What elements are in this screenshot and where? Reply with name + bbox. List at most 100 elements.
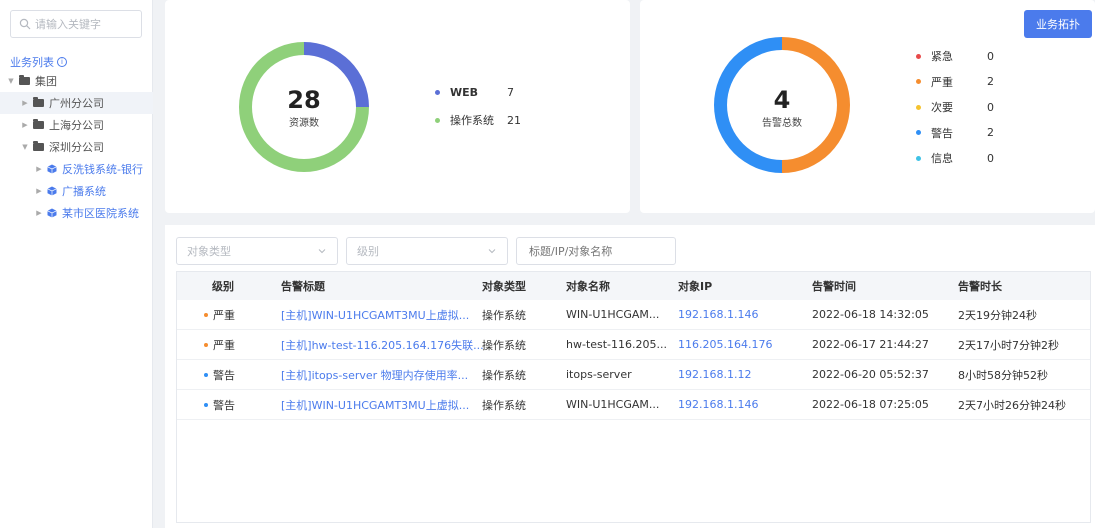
- legend-web: WEB 7: [435, 86, 514, 99]
- alert-list-panel: 对象类型 级别 级别 告警标题 对象类型 对象名称 对象IP 告警时间 告警时长…: [165, 225, 1095, 528]
- object-ip-link[interactable]: 192.168.1.12: [678, 368, 751, 381]
- search-icon: [19, 18, 31, 30]
- caret-right-icon[interactable]: ▶: [34, 187, 44, 195]
- object-ip-link[interactable]: 116.205.164.176: [678, 338, 772, 351]
- caret-down-icon[interactable]: ▼: [20, 143, 30, 151]
- level-dot: [204, 342, 208, 347]
- business-list-label: 业务列表: [10, 56, 54, 69]
- object-type-cell: 操作系统: [482, 338, 526, 352]
- object-type-select[interactable]: 对象类型: [176, 237, 338, 265]
- alert-legend-item: 次要 0: [916, 99, 994, 115]
- alert-duration-cell: 2天19分钟24秒: [958, 308, 1037, 322]
- alert-time-cell: 2022-06-18 07:25:05: [812, 398, 929, 411]
- resource-total: 28: [287, 86, 321, 114]
- legend-label: WEB: [450, 86, 479, 99]
- folder-icon: [33, 97, 44, 107]
- level-cell: 严重: [204, 337, 235, 353]
- tree-item-label: 深圳分公司: [49, 141, 104, 154]
- object-name-cell: WIN-U1HCGAM...: [566, 398, 660, 411]
- cube-icon: [47, 186, 57, 196]
- alert-time-cell: 2022-06-17 21:44:27: [812, 338, 929, 351]
- alert-title-link[interactable]: [主机]hw-test-116.205.164.176失联...: [281, 337, 484, 353]
- object-type-cell: 操作系统: [482, 398, 526, 412]
- alert-duration-cell: 2天7小时26分钟24秒: [958, 398, 1066, 412]
- caret-right-icon[interactable]: ▶: [20, 121, 30, 129]
- legend-value: 7: [507, 86, 514, 99]
- alert-duration-cell: 2天17小时7分钟2秒: [958, 338, 1059, 352]
- sidebar-search[interactable]: [10, 10, 142, 38]
- alert-time-cell: 2022-06-20 05:52:37: [812, 368, 929, 381]
- caret-right-icon[interactable]: ▶: [34, 165, 44, 173]
- legend-dot: [916, 130, 921, 135]
- tree-item-group[interactable]: ▼ 集团: [0, 70, 153, 92]
- alert-legend-item: 紧急 0: [916, 48, 994, 64]
- caret-right-icon[interactable]: ▶: [34, 209, 44, 217]
- business-list-title: 业务列表 i: [10, 54, 67, 70]
- sidebar-search-input[interactable]: [35, 17, 135, 31]
- legend-label: 次要: [931, 101, 953, 114]
- resource-donut-center: 28 资源数: [264, 86, 344, 129]
- object-name-cell: itops-server: [566, 368, 632, 381]
- legend-dot: [916, 104, 921, 110]
- tree-item-label: 广州分公司: [49, 97, 104, 110]
- legend-value: 0: [987, 100, 994, 114]
- alert-donut-center: 4 告警总数: [742, 86, 822, 129]
- alert-legend-item: 严重 2: [916, 74, 994, 90]
- tree-item-shenzhen[interactable]: ▼ 深圳分公司: [0, 136, 153, 158]
- info-icon[interactable]: i: [57, 57, 67, 67]
- keyword-search-input[interactable]: [517, 238, 675, 264]
- business-topology-button[interactable]: 业务拓扑: [1024, 10, 1092, 38]
- tree-item-aml-bank[interactable]: ▶ 反洗钱系统-银行: [0, 158, 153, 180]
- sidebar: 业务列表 i ▼ 集团 ▶ 广州分公司 ▶ 上海分公司 ▼ 深圳分公司 ▶ 反洗…: [0, 0, 153, 528]
- level-text: 严重: [213, 338, 235, 352]
- tree-item-hospital[interactable]: ▶ 某市区医院系统: [0, 202, 153, 224]
- legend-dot: [435, 90, 440, 95]
- legend-label: 信息: [931, 152, 953, 165]
- alert-duration-cell: 8小时58分钟52秒: [958, 368, 1048, 382]
- alert-legend-item: 警告 2: [916, 125, 994, 141]
- alert-title-link[interactable]: [主机]WIN-U1HCGAMT3MU上虚拟...: [281, 307, 469, 323]
- column-header-alert-duration: 告警时长: [958, 280, 1002, 293]
- level-dot: [204, 312, 208, 317]
- level-cell: 警告: [204, 397, 235, 413]
- tree-item-guangzhou[interactable]: ▶ 广州分公司: [0, 92, 153, 114]
- object-ip-link[interactable]: 192.168.1.146: [678, 398, 758, 411]
- table-row[interactable]: 严重 [主机]hw-test-116.205.164.176失联... 操作系统 hw…: [177, 330, 1090, 360]
- legend-label: 紧急: [931, 50, 953, 63]
- table-row[interactable]: 警告 [主机]WIN-U1HCGAMT3MU上虚拟... 操作系统 WIN-U1HCG…: [177, 390, 1090, 420]
- alert-total-label: 告警总数: [762, 118, 802, 129]
- level-cell: 严重: [204, 307, 235, 323]
- level-text: 警告: [213, 398, 235, 412]
- level-cell: 警告: [204, 367, 235, 383]
- legend-dot: [916, 53, 921, 59]
- column-header-object-type: 对象类型: [482, 280, 526, 293]
- folder-icon: [33, 119, 44, 129]
- alert-legend-item: 信息 0: [916, 150, 994, 166]
- cube-icon: [47, 164, 57, 174]
- tree-item-shanghai[interactable]: ▶ 上海分公司: [0, 114, 153, 136]
- table-row[interactable]: 严重 [主机]WIN-U1HCGAMT3MU上虚拟... 操作系统 WIN-U1HCG…: [177, 300, 1090, 330]
- tree-item-broadcast[interactable]: ▶ 广播系统: [0, 180, 153, 202]
- object-type-cell: 操作系统: [482, 308, 526, 322]
- object-name-cell: hw-test-116.205...: [566, 338, 668, 351]
- object-ip-link[interactable]: 192.168.1.146: [678, 308, 758, 321]
- keyword-search-box[interactable]: [516, 237, 676, 265]
- chevron-down-icon: [488, 249, 496, 254]
- legend-value: 2: [987, 126, 994, 139]
- table-row[interactable]: 警告 [主机]itops-server 物理内存使用率... 操作系统 itops-s…: [177, 360, 1090, 390]
- folder-icon: [33, 141, 44, 151]
- cube-icon: [47, 208, 57, 218]
- alert-title-link[interactable]: [主机]WIN-U1HCGAMT3MU上虚拟...: [281, 397, 469, 413]
- level-text: 警告: [213, 368, 235, 382]
- level-dot: [204, 372, 208, 377]
- legend-value: 21: [507, 113, 521, 127]
- legend-label: 警告: [931, 126, 953, 140]
- tree-item-label: 某市区医院系统: [62, 207, 139, 220]
- alert-title-link[interactable]: [主机]itops-server 物理内存使用率...: [281, 367, 468, 383]
- business-tree: ▼ 集团 ▶ 广州分公司 ▶ 上海分公司 ▼ 深圳分公司 ▶ 反洗钱系统-银行 …: [0, 70, 153, 224]
- caret-right-icon[interactable]: ▶: [20, 99, 30, 107]
- level-placeholder: 级别: [357, 245, 379, 258]
- level-select[interactable]: 级别: [346, 237, 508, 265]
- caret-down-icon[interactable]: ▼: [6, 77, 16, 85]
- legend-value: 2: [987, 75, 994, 88]
